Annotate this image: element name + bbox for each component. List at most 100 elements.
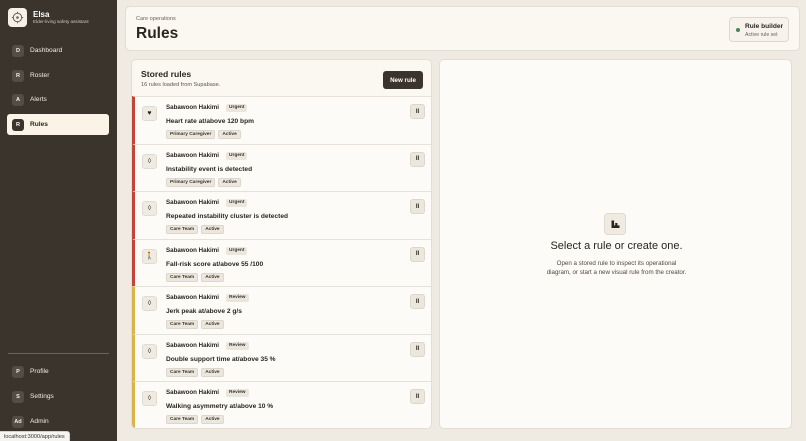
heart-icon: ♥ — [142, 106, 157, 121]
rule-detail-panel: Select a rule or create one. Open a stor… — [439, 59, 792, 429]
sidebar-item-label: Rules — [30, 121, 48, 128]
severity-badge: Urgent — [226, 151, 248, 160]
status-tag: Active — [201, 415, 224, 424]
rule-condition: Instability event is detected — [166, 165, 253, 173]
panel-subtitle: 16 rules loaded from Supabase. — [141, 82, 221, 88]
status-tag: Active — [201, 272, 224, 282]
audience-tag: Care Team — [166, 367, 199, 377]
rule-condition: Double support time at/above 35 % — [166, 355, 276, 363]
sidebar: Elsa Elder-living safety assistant D Das… — [0, 0, 117, 441]
balance-icon: ◊ — [142, 296, 157, 311]
sidebar-divider — [8, 353, 109, 354]
panel-title: Stored rules — [141, 69, 192, 79]
severity-badge: Urgent — [226, 246, 248, 255]
resident-name: Sabawoon Hakimi — [166, 104, 219, 111]
resident-name: Sabawoon Hakimi — [166, 294, 219, 301]
severity-badge: Review — [226, 341, 249, 350]
rule-condition: Walking asymmetry at/above 10 % — [166, 403, 274, 410]
pause-rule-button[interactable]: II — [410, 294, 425, 309]
rule-row[interactable]: ◊ Sabawoon Hakimi Urgent Repeated instabili… — [132, 191, 431, 239]
sidebar-item-label: Profile — [30, 368, 49, 375]
severity-badge: Review — [226, 294, 249, 302]
rule-row[interactable]: ◊ Sabawoon Hakimi Urgent Instability event … — [132, 143, 431, 191]
rule-tags: Care Team Active — [166, 320, 224, 329]
rule-tags: Care Team Active — [166, 272, 224, 282]
pause-rule-button[interactable]: II — [410, 151, 425, 167]
rule-condition: Fall-risk score at/above 55 /100 — [166, 260, 264, 268]
dashboard-badge: D — [12, 44, 24, 57]
roster-badge: R — [12, 69, 24, 82]
pause-rule-button[interactable]: II — [410, 389, 425, 404]
status-tag: Active — [201, 320, 224, 329]
status-dot-icon — [736, 28, 740, 32]
admin-badge: Ad — [12, 415, 24, 428]
status-tag: Active — [201, 367, 224, 377]
sidebar-item-alerts[interactable]: A Alerts — [7, 89, 109, 110]
rule-condition: Jerk peak at/above 2 g/s — [166, 308, 242, 315]
pause-rule-button[interactable]: II — [410, 341, 425, 357]
rule-tags: Primary Caregiver Active — [166, 177, 241, 187]
rule-row[interactable]: ♥ Sabawoon Hakimi Urgent Heart rate at/abov… — [132, 96, 431, 144]
balance-icon: ◊ — [142, 343, 157, 359]
audience-tag: Care Team — [166, 320, 199, 329]
rule-tags: Care Team Active — [166, 367, 224, 377]
profile-badge: P — [12, 365, 24, 378]
status-tag: Active — [201, 225, 224, 234]
severity-badge: Urgent — [226, 199, 248, 207]
sidebar-item-settings[interactable]: S Settings — [7, 386, 109, 407]
rule-builder-subtitle: Active rule set — [745, 32, 778, 38]
resident-name: Sabawoon Hakimi — [166, 341, 219, 349]
rule-row[interactable]: 🚶 Sabawoon Hakimi Urgent Fall-risk score at… — [132, 238, 431, 286]
rule-tags: Care Team Active — [166, 225, 224, 234]
resident-name: Sabawoon Hakimi — [166, 199, 219, 206]
new-rule-button[interactable]: New rule — [383, 71, 423, 89]
sidebar-item-admin[interactable]: Ad Admin — [7, 411, 109, 432]
audience-tag: Primary Caregiver — [166, 130, 216, 139]
resident-name: Sabawoon Hakimi — [166, 389, 219, 396]
sidebar-item-label: Settings — [30, 393, 54, 400]
rule-tags: Primary Caregiver Active — [166, 130, 241, 139]
rule-builder-chip[interactable]: Rule builder Active rule set — [729, 17, 789, 42]
status-tag: Active — [218, 130, 241, 139]
app-tagline: Elder-living safety assistant — [33, 19, 89, 24]
sidebar-item-rules[interactable]: R Rules — [7, 114, 109, 135]
audience-tag: Care Team — [166, 225, 199, 234]
rule-tags: Care Team Active — [166, 415, 224, 424]
rule-row[interactable]: ◊ Sabawoon Hakimi Review Double support tim… — [132, 333, 431, 381]
stored-rules-panel: Stored rules 16 rules loaded from Supaba… — [131, 59, 432, 429]
breadcrumb: Care operations — [136, 16, 176, 22]
status-tag: Active — [218, 177, 241, 187]
audience-tag: Care Team — [166, 272, 199, 282]
severity-badge: Urgent — [226, 104, 248, 112]
audience-tag: Care Team — [166, 415, 199, 424]
logo-icon — [8, 8, 27, 27]
balance-icon: ◊ — [142, 391, 157, 406]
settings-badge: S — [12, 390, 24, 403]
rule-condition: Repeated instability cluster is detected — [166, 213, 289, 220]
alerts-badge: A — [12, 93, 24, 106]
rule-list: ♥ Sabawoon Hakimi Urgent Heart rate at/abov… — [132, 96, 431, 428]
empty-state-text: Open a stored rule to inspect its operat… — [440, 259, 793, 277]
severity-badge: Review — [226, 389, 249, 397]
walking-person-icon: 🚶 — [142, 248, 157, 264]
rule-row[interactable]: ◊ Sabawoon Hakimi Review Walking asymmetry … — [132, 381, 431, 428]
sidebar-item-label: Admin — [30, 418, 49, 425]
sidebar-item-roster[interactable]: R Roster — [7, 65, 109, 86]
balance-icon: ◊ — [142, 153, 157, 169]
empty-state-line: diagram, or start a new visual rule from… — [546, 269, 687, 276]
brand[interactable]: Elsa Elder-living safety assistant — [8, 8, 89, 27]
page-header: Care operations Rules Rule builder Activ… — [125, 6, 800, 51]
diagram-icon — [604, 213, 626, 235]
balance-icon: ◊ — [142, 201, 157, 216]
rule-row[interactable]: ◊ Sabawoon Hakimi Review Jerk peak at/above… — [132, 286, 431, 334]
status-bar-url: localhost:3000/app/rules — [0, 431, 70, 441]
sidebar-item-dashboard[interactable]: D Dashboard — [7, 40, 109, 61]
pause-rule-button[interactable]: II — [410, 104, 425, 119]
pause-rule-button[interactable]: II — [410, 246, 425, 262]
sidebar-item-profile[interactable]: P Profile — [7, 361, 109, 382]
sidebar-item-label: Alerts — [30, 96, 47, 103]
pause-rule-button[interactable]: II — [410, 199, 425, 214]
sidebar-item-label: Roster — [30, 72, 50, 79]
sidebar-item-label: Dashboard — [30, 47, 63, 54]
rule-condition: Heart rate at/above 120 bpm — [166, 118, 254, 125]
